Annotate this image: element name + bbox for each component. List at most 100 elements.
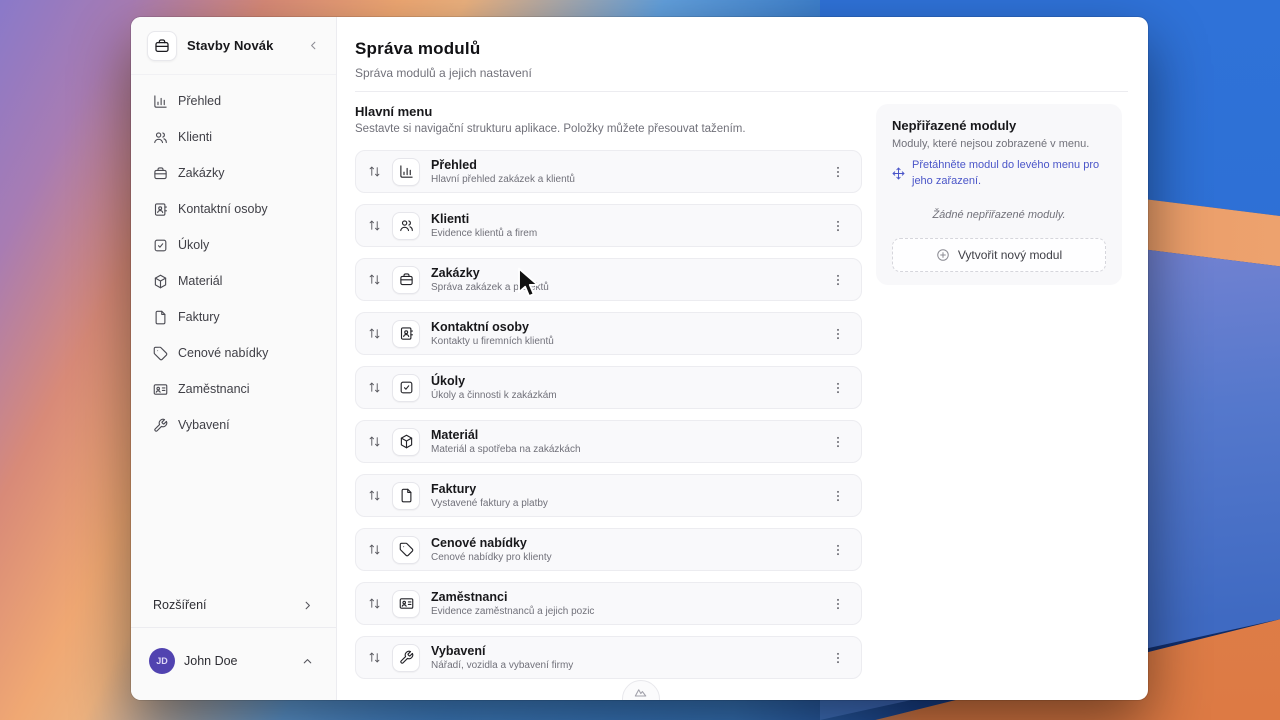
bar-chart-icon [153, 94, 168, 109]
wrench-icon [153, 418, 168, 433]
app-window: Stavby Novák Přehled Klienti Zakázky Kon… [131, 17, 1148, 700]
kebab-menu-icon [831, 651, 845, 665]
chevron-left-icon [307, 39, 320, 52]
sidebar: Stavby Novák Přehled Klienti Zakázky Kon… [131, 17, 337, 700]
package-icon [153, 274, 168, 289]
panel-subtitle: Moduly, které nejsou zobrazené v menu. [892, 138, 1106, 150]
app-logo-briefcase-icon [147, 31, 177, 61]
drag-handle-icon[interactable] [368, 165, 381, 178]
kebab-menu-icon [831, 435, 845, 449]
kebab-menu-icon [831, 489, 845, 503]
tag-icon [153, 346, 168, 361]
module-card-zakazky[interactable]: Zakázky Správa zakázek a projektů [355, 258, 862, 301]
package-icon [392, 428, 420, 456]
sidebar-item-zakazky[interactable]: Zakázky [143, 155, 324, 191]
module-options-button[interactable] [829, 595, 847, 613]
module-options-button[interactable] [829, 541, 847, 559]
file-icon [392, 482, 420, 510]
avatar: JD [149, 648, 175, 674]
module-list: Přehled Hlavní přehled zakázek a klientů… [355, 150, 862, 679]
kebab-menu-icon [831, 327, 845, 341]
sidebar-nav: Přehled Klienti Zakázky Kontaktní osoby … [131, 75, 336, 451]
bar-chart-icon [392, 158, 420, 186]
check-square-icon [392, 374, 420, 402]
sidebar-item-kontaktni-osoby[interactable]: Kontaktní osoby [143, 191, 324, 227]
main-content: Správa modulů Správa modulů a jejich nas… [337, 17, 1148, 700]
move-icon [892, 167, 905, 180]
user-name: John Doe [184, 654, 292, 668]
drag-handle-icon[interactable] [368, 597, 381, 610]
drag-handle-icon[interactable] [368, 327, 381, 340]
check-square-icon [153, 238, 168, 253]
kebab-menu-icon [831, 597, 845, 611]
kebab-menu-icon [831, 273, 845, 287]
section-title: Hlavní menu [355, 104, 862, 119]
module-options-button[interactable] [829, 649, 847, 667]
sidebar-item-ukoly[interactable]: Úkoly [143, 227, 324, 263]
create-module-button[interactable]: Vytvořit nový modul [892, 238, 1106, 272]
module-card-material[interactable]: Materiál Materiál a spotřeba na zakázkác… [355, 420, 862, 463]
drag-handle-icon[interactable] [368, 273, 381, 286]
file-icon [153, 310, 168, 325]
drag-handle-icon[interactable] [368, 543, 381, 556]
sidebar-item-vybaveni[interactable]: Vybavení [143, 407, 324, 443]
empty-state-text: Žádné nepřiřazené moduly. [892, 209, 1106, 221]
users-icon [392, 212, 420, 240]
sidebar-item-material[interactable]: Materiál [143, 263, 324, 299]
id-card-icon [153, 382, 168, 397]
module-options-button[interactable] [829, 163, 847, 181]
module-options-button[interactable] [829, 325, 847, 343]
tag-icon [392, 536, 420, 564]
unassigned-modules-panel: Nepřiřazené moduly Moduly, které nejsou … [876, 104, 1122, 285]
sidebar-collapse-button[interactable] [307, 39, 320, 52]
drag-handle-icon[interactable] [368, 219, 381, 232]
module-card-cenove-nabidky[interactable]: Cenové nabídky Cenové nabídky pro klient… [355, 528, 862, 571]
kebab-menu-icon [831, 219, 845, 233]
chevron-right-icon [301, 599, 314, 612]
briefcase-icon [392, 266, 420, 294]
drag-handle-icon[interactable] [368, 381, 381, 394]
chevron-up-icon [301, 655, 314, 668]
header-divider [355, 91, 1128, 92]
wrench-icon [392, 644, 420, 672]
module-options-button[interactable] [829, 217, 847, 235]
panel-title: Nepřiřazené moduly [892, 118, 1106, 133]
drag-hint: Přetáhněte modul do levého menu pro jeho… [892, 158, 1106, 190]
sidebar-item-faktury[interactable]: Faktury [143, 299, 324, 335]
kebab-menu-icon [831, 381, 845, 395]
kebab-menu-icon [831, 543, 845, 557]
module-options-button[interactable] [829, 433, 847, 451]
drag-handle-icon[interactable] [368, 651, 381, 664]
sidebar-item-klienti[interactable]: Klienti [143, 119, 324, 155]
sidebar-user-menu[interactable]: JD John Doe [131, 627, 336, 700]
sidebar-item-zamestnanci[interactable]: Zaměstnanci [143, 371, 324, 407]
mountain-icon [633, 685, 649, 700]
sidebar-extensions-button[interactable]: Rozšíření [131, 583, 336, 627]
app-name: Stavby Novák [187, 38, 297, 53]
drag-handle-icon[interactable] [368, 489, 381, 502]
drag-handle-icon[interactable] [368, 435, 381, 448]
module-card-faktury[interactable]: Faktury Vystavené faktury a platby [355, 474, 862, 517]
module-card-vybaveni[interactable]: Vybavení Nářadí, vozidla a vybavení firm… [355, 636, 862, 679]
sidebar-item-prehled[interactable]: Přehled [143, 83, 324, 119]
plus-circle-icon [936, 248, 950, 262]
id-card-icon [392, 590, 420, 618]
module-options-button[interactable] [829, 271, 847, 289]
kebab-menu-icon [831, 165, 845, 179]
sidebar-header: Stavby Novák [131, 17, 336, 75]
module-card-zamestnanci[interactable]: Zaměstnanci Evidence zaměstnanců a jejic… [355, 582, 862, 625]
module-options-button[interactable] [829, 379, 847, 397]
users-icon [153, 130, 168, 145]
page-title: Správa modulů [355, 39, 1128, 59]
main-menu-section: Hlavní menu Sestavte si navigační strukt… [355, 104, 862, 690]
contact-book-icon [153, 202, 168, 217]
sidebar-item-cenove-nabidky[interactable]: Cenové nabídky [143, 335, 324, 371]
section-description: Sestavte si navigační strukturu aplikace… [355, 123, 862, 135]
module-card-prehled[interactable]: Přehled Hlavní přehled zakázek a klientů [355, 150, 862, 193]
contact-book-icon [392, 320, 420, 348]
module-card-kontaktni-osoby[interactable]: Kontaktní osoby Kontakty u firemních kli… [355, 312, 862, 355]
module-card-ukoly[interactable]: Úkoly Úkoly a činnosti k zakázkám [355, 366, 862, 409]
page-subtitle: Správa modulů a jejich nastavení [355, 66, 1128, 80]
module-card-klienti[interactable]: Klienti Evidence klientů a firem [355, 204, 862, 247]
module-options-button[interactable] [829, 487, 847, 505]
